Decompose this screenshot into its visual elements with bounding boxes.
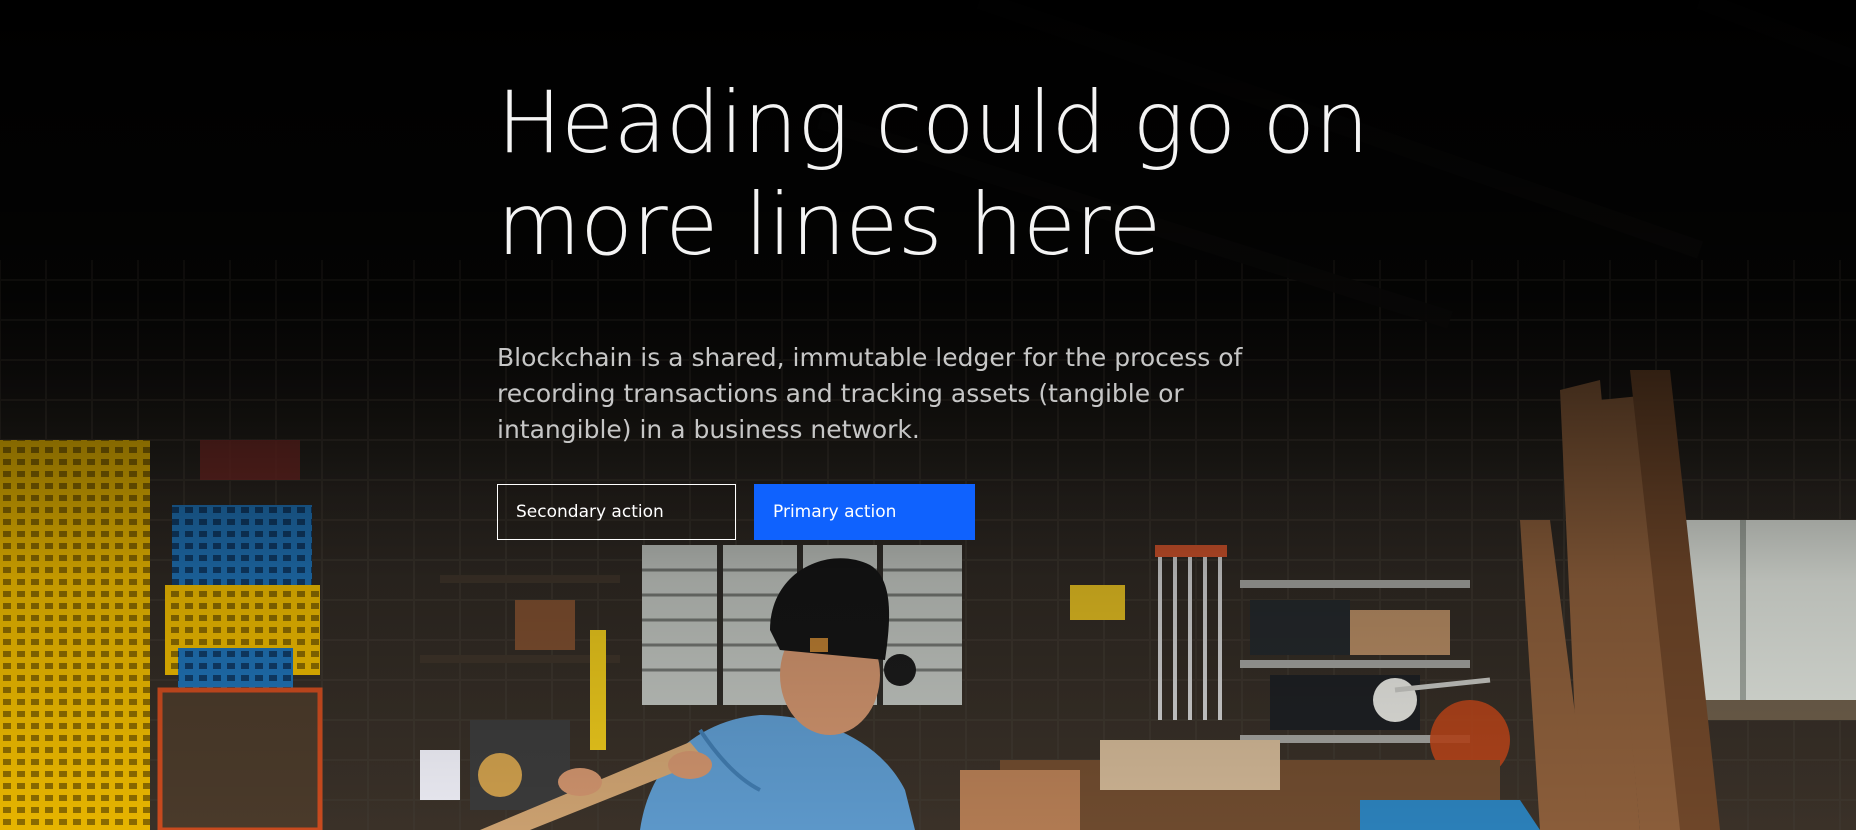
secondary-action-button[interactable]: Secondary action bbox=[497, 484, 736, 540]
hero-description: Blockchain is a shared, immutable ledger… bbox=[497, 340, 1297, 448]
hero-banner: Heading could go on more lines here Bloc… bbox=[0, 0, 1856, 830]
description-line: Blockchain is a shared, immutable ledger… bbox=[497, 343, 1243, 372]
hero-actions: Secondary action Primary action bbox=[497, 484, 1397, 540]
description-line: intangible) in a business network. bbox=[497, 415, 920, 444]
hero-content: Heading could go on more lines here Bloc… bbox=[497, 72, 1397, 540]
primary-action-label: Primary action bbox=[773, 502, 897, 522]
description-line: recording transactions and tracking asse… bbox=[497, 379, 1184, 408]
hero-heading: Heading could go on more lines here bbox=[497, 72, 1377, 276]
heading-line: Heading could go on bbox=[497, 73, 1369, 173]
heading-line: more lines here bbox=[497, 175, 1161, 275]
secondary-action-label: Secondary action bbox=[516, 502, 664, 522]
primary-action-button[interactable]: Primary action bbox=[754, 484, 975, 540]
